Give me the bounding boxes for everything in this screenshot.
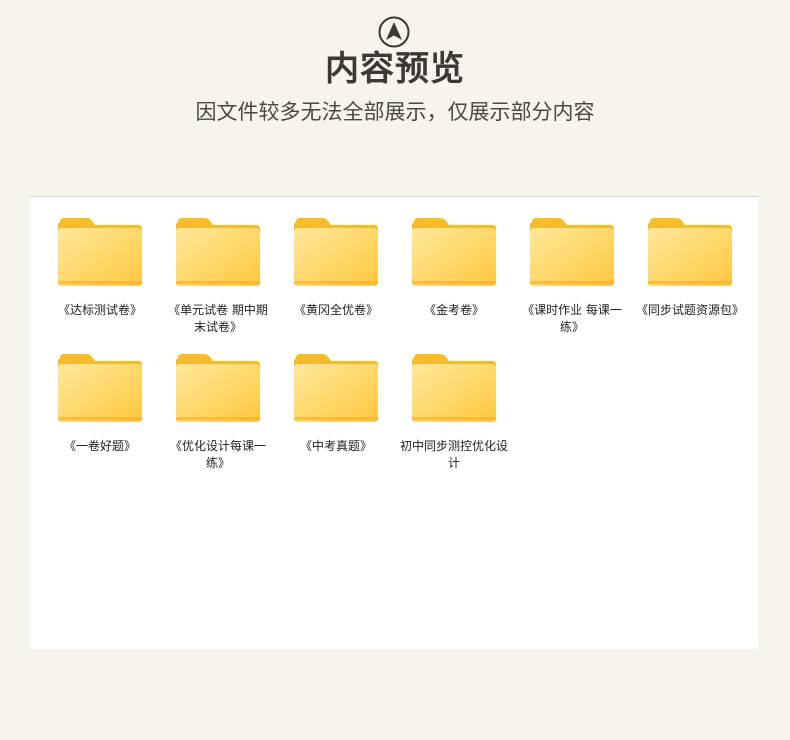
folder-label: 《优化设计每课一练》 <box>169 439 266 470</box>
page-subtitle: 因文件较多无法全部展示，仅展示部分内容 <box>195 100 595 124</box>
folder-label: 《课时作业 每课一练》 <box>522 303 622 334</box>
folder-label: 《金考卷》 <box>423 303 484 317</box>
folder-item[interactable]: 初中同步测控优化设计 <box>399 354 509 484</box>
folder-label: 初中同步测控优化设计 <box>399 439 508 470</box>
folder-item[interactable]: 《黄冈全优卷》 <box>281 218 391 348</box>
folder-icon <box>58 218 142 286</box>
folder-icon <box>412 218 496 286</box>
folder-item[interactable]: 《课时作业 每课一练》 <box>517 218 627 348</box>
folder-icon <box>58 354 142 422</box>
folder-icon <box>176 218 260 286</box>
folder-item[interactable]: 《金考卷》 <box>399 218 509 348</box>
folder-item[interactable]: 《优化设计每课一练》 <box>163 354 273 484</box>
content-preview-panel: 《达标测试卷》 《单元试卷 期中期末试卷》 《黄冈全优卷》 《金考卷》 《课时作… <box>30 196 758 649</box>
folder-icon <box>648 218 732 286</box>
folder-label: 《单元试卷 期中期末试卷》 <box>168 303 268 334</box>
navigation-arrow-icon <box>378 16 410 48</box>
folder-item[interactable]: 《单元试卷 期中期末试卷》 <box>163 218 273 348</box>
page-title: 内容预览 <box>325 49 465 89</box>
folder-item[interactable]: 《达标测试卷》 <box>45 218 155 348</box>
folder-label: 《同步试题资源包》 <box>635 303 744 317</box>
folder-icon <box>176 354 260 422</box>
folder-item[interactable]: 《一卷好题》 <box>45 354 155 484</box>
folder-icon <box>294 354 378 422</box>
folder-item[interactable]: 《中考真题》 <box>281 354 391 484</box>
folder-icon <box>294 218 378 286</box>
folder-label: 《一卷好题》 <box>63 439 136 453</box>
folder-label: 《达标测试卷》 <box>57 303 142 317</box>
folder-label: 《黄冈全优卷》 <box>293 303 378 317</box>
folder-item[interactable]: 《同步试题资源包》 <box>635 218 745 348</box>
folder-label: 《中考真题》 <box>299 439 372 453</box>
folder-icon <box>412 354 496 422</box>
folder-icon <box>530 218 614 286</box>
